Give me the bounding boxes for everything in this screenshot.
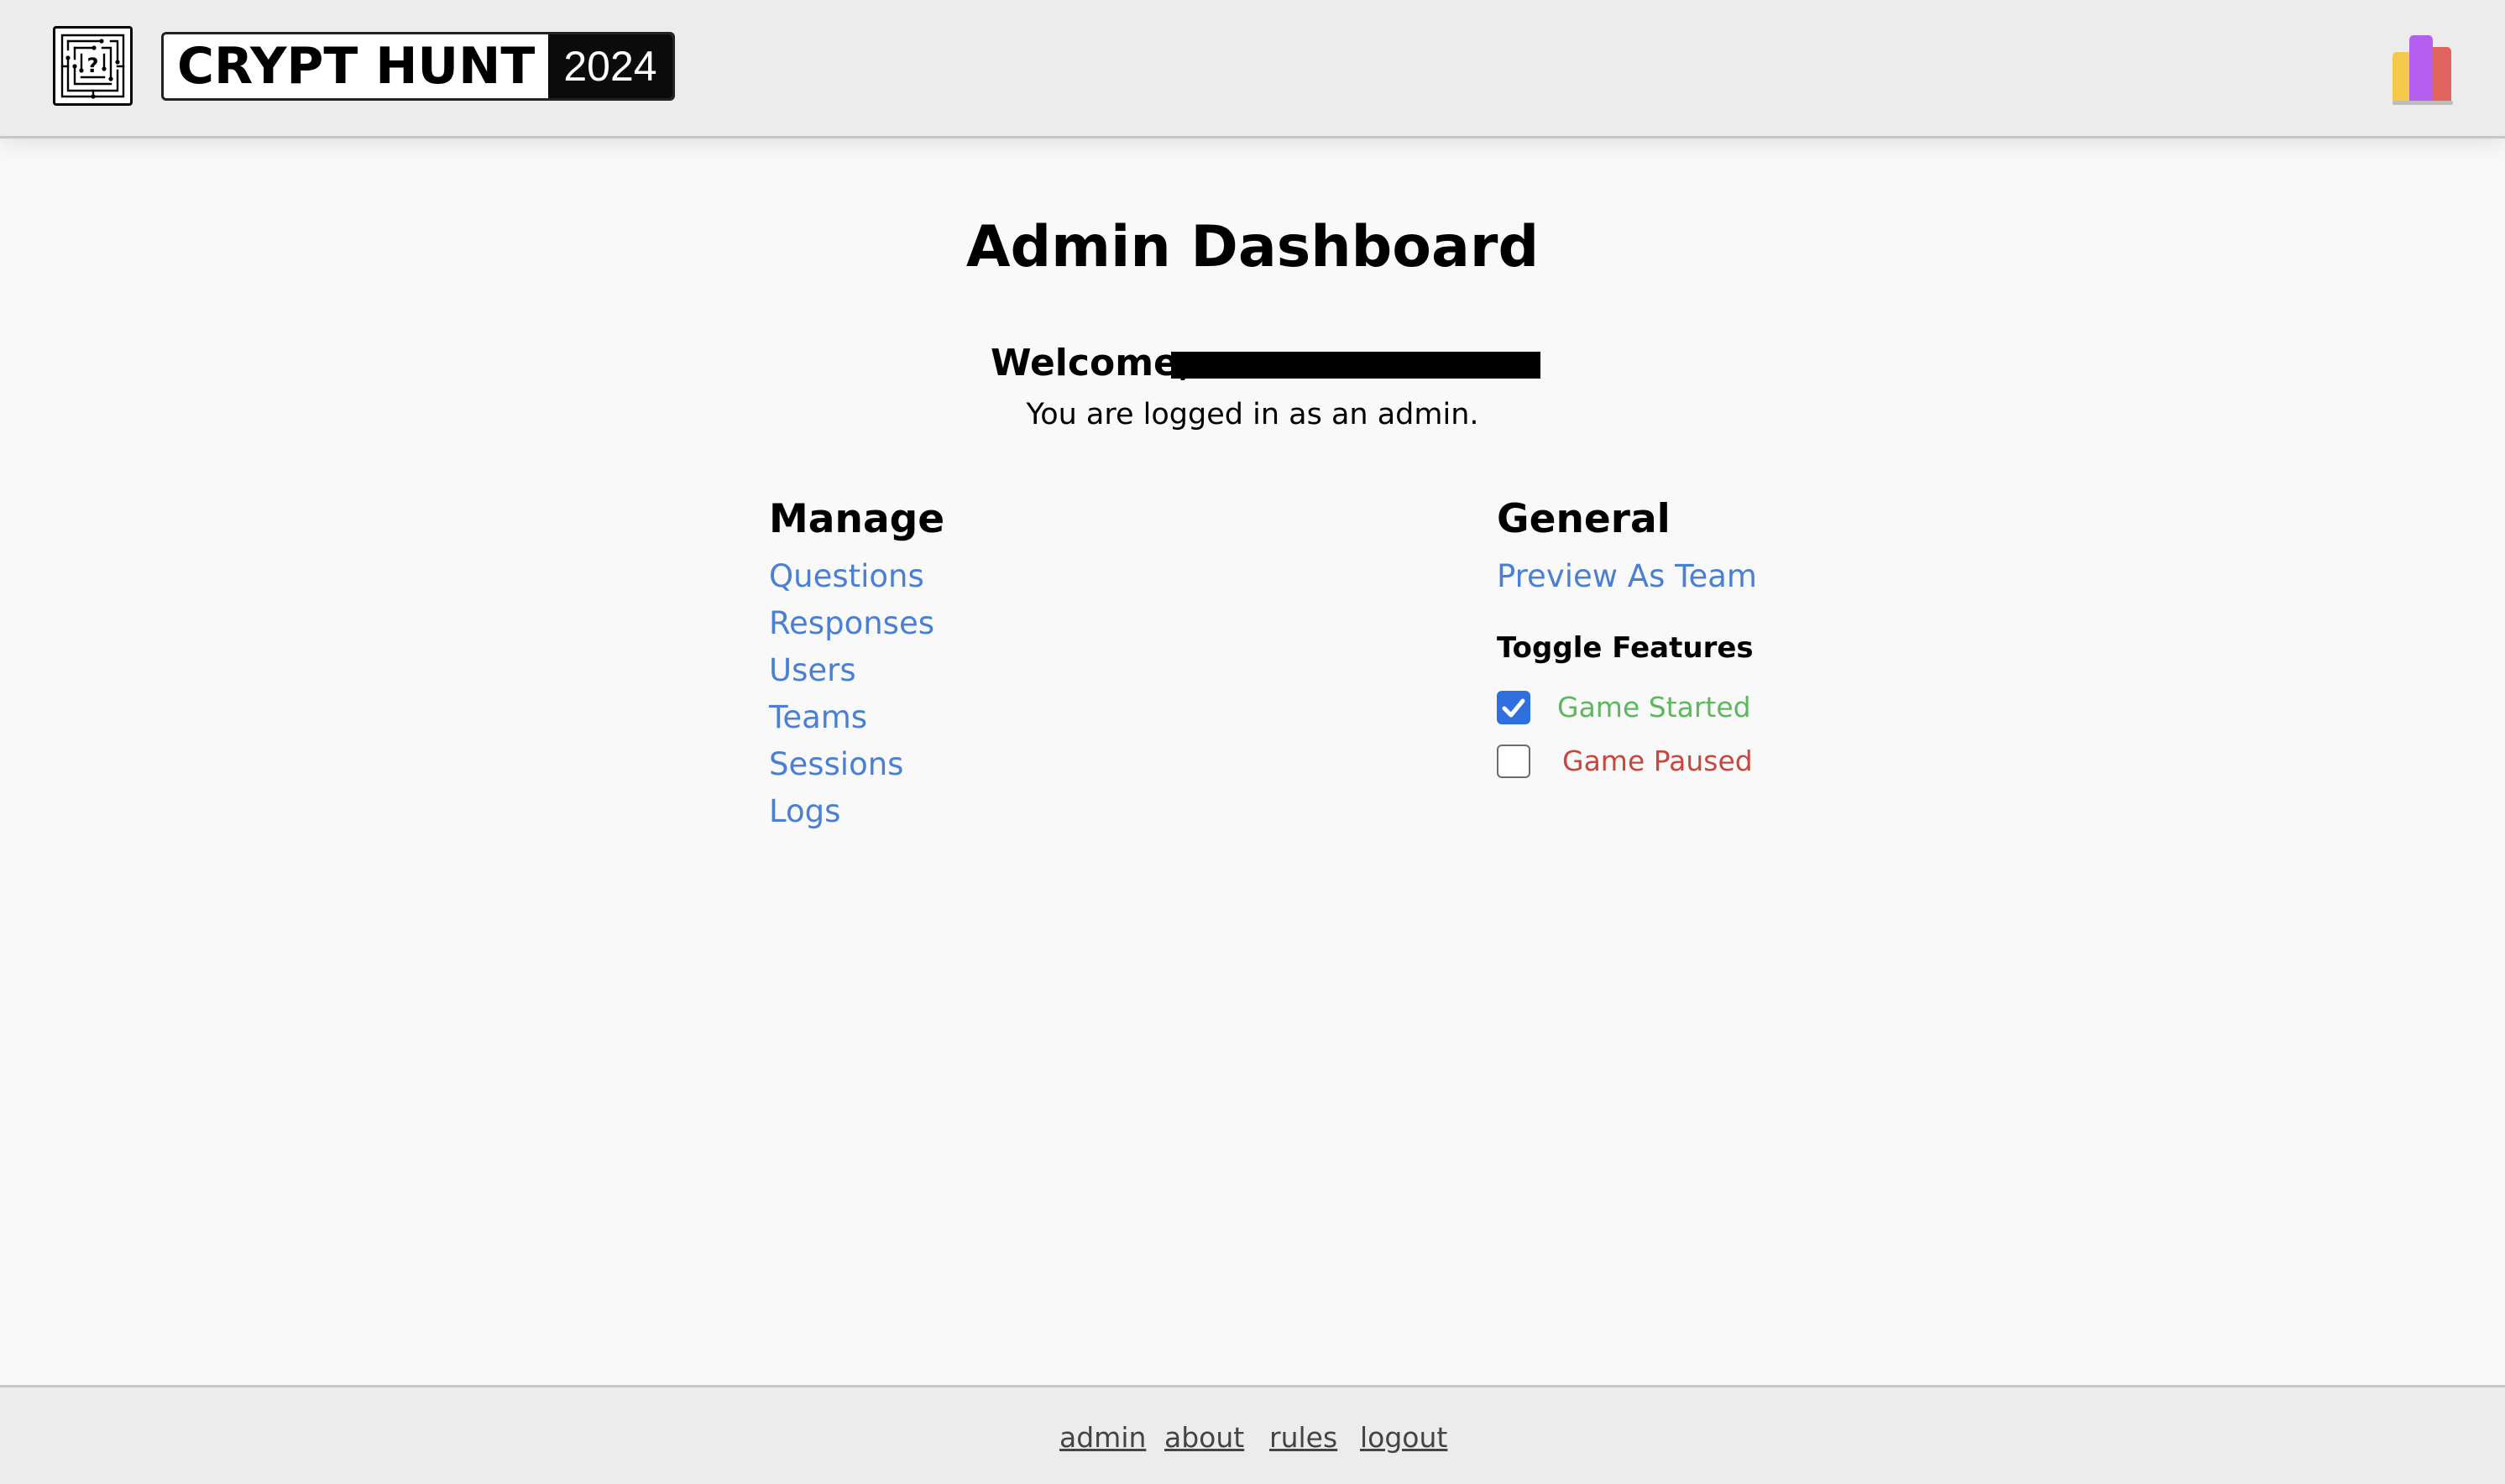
footer-link-admin[interactable]: admin [1059, 1419, 1146, 1456]
manage-link-responses[interactable]: Responses [769, 603, 934, 645]
maze-question-icon[interactable]: ? [53, 26, 133, 106]
admin-status-text: You are logged in as an admin. [1026, 398, 1479, 431]
manage-link-questions[interactable]: Questions [769, 556, 924, 598]
main-content: Admin Dashboard Welcome, You are logged … [0, 138, 2505, 1385]
top-header: ? CRYPT HUNT 2024 [0, 0, 2505, 138]
preview-as-team-link[interactable]: Preview As Team [1497, 556, 1757, 598]
footer-link-about[interactable]: about [1164, 1419, 1244, 1456]
stacked-books-icon[interactable] [2391, 34, 2455, 106]
manage-link-teams[interactable]: Teams [769, 697, 867, 739]
brand-name: CRYPT HUNT [177, 37, 536, 96]
brand-year: 2024 [548, 34, 672, 98]
footer-link-rules[interactable]: rules [1269, 1419, 1337, 1456]
footer-link-logout[interactable]: logout [1360, 1419, 1447, 1456]
manage-link-sessions[interactable]: Sessions [769, 744, 903, 786]
game-started-checkbox[interactable] [1497, 691, 1530, 724]
footer: admin about rules logout [0, 1385, 2505, 1484]
redacted-username [1171, 352, 1540, 379]
general-heading: General [1497, 496, 1671, 542]
welcome-text: Welcome, [991, 342, 1193, 384]
manage-heading: Manage [769, 496, 945, 542]
game-paused-label[interactable]: Game Paused [1562, 743, 1753, 780]
manage-link-users[interactable]: Users [769, 650, 856, 692]
page-title: Admin Dashboard [965, 214, 1540, 280]
brand-logo[interactable]: CRYPT HUNT 2024 [161, 32, 675, 101]
manage-link-logs[interactable]: Logs [769, 791, 840, 833]
game-started-label[interactable]: Game Started [1557, 689, 1751, 726]
checkmark-icon [1502, 698, 1525, 718]
toggle-features-heading: Toggle Features [1497, 631, 1754, 665]
svg-text:?: ? [87, 54, 99, 77]
game-paused-checkbox[interactable] [1497, 745, 1530, 778]
